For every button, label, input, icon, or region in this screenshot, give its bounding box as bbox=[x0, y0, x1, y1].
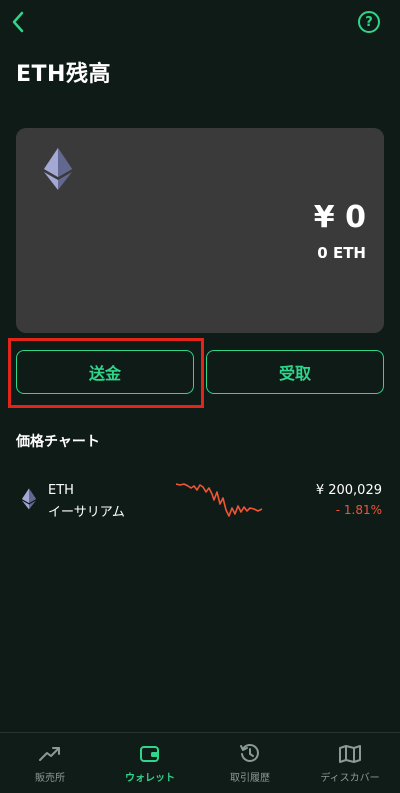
history-icon bbox=[240, 744, 259, 762]
section-title: 価格チャート bbox=[16, 434, 100, 450]
nav-item-wallet[interactable]: ウォレット bbox=[100, 733, 200, 793]
send-button[interactable]: 送金 bbox=[16, 350, 194, 394]
price-change: - 1.81% bbox=[335, 503, 382, 517]
coin-symbol: ETH bbox=[48, 483, 74, 498]
nav-item-discover[interactable]: ディスカバー bbox=[300, 733, 400, 793]
ethereum-icon bbox=[44, 148, 72, 190]
receive-button-label: 受取 bbox=[278, 364, 311, 383]
map-icon bbox=[339, 745, 361, 763]
fiat-balance: ¥ 0 bbox=[313, 200, 366, 235]
price-sparkline bbox=[176, 483, 263, 517]
help-button[interactable]: ? bbox=[358, 11, 380, 33]
nav-item-history[interactable]: 取引履歴 bbox=[200, 733, 300, 793]
bottom-nav: 販売所 ウォレット 取引履歴 ディスカバー bbox=[0, 732, 400, 793]
trend-up-icon bbox=[39, 747, 60, 761]
wallet-icon bbox=[140, 746, 159, 762]
price-value: ¥ 200,029 bbox=[315, 483, 382, 498]
receive-button[interactable]: 受取 bbox=[206, 350, 384, 394]
crypto-balance: 0 ETH bbox=[317, 244, 366, 262]
nav-label: 取引履歴 bbox=[230, 773, 270, 784]
page-title: ETH残高 bbox=[16, 62, 111, 87]
chevron-left-icon bbox=[12, 11, 24, 33]
balance-card: ¥ 0 0 ETH bbox=[16, 128, 384, 333]
send-button-label: 送金 bbox=[88, 364, 121, 383]
price-row[interactable]: ETH イーサリアム ¥ 200,029 - 1.81% bbox=[0, 470, 400, 530]
nav-label: 販売所 bbox=[35, 773, 65, 784]
question-icon: ? bbox=[365, 14, 373, 30]
ethereum-icon bbox=[22, 488, 36, 510]
coin-name: イーサリアム bbox=[48, 505, 125, 520]
nav-item-sales[interactable]: 販売所 bbox=[0, 733, 100, 793]
nav-label: ウォレット bbox=[125, 773, 175, 784]
back-button[interactable] bbox=[6, 8, 30, 36]
nav-label: ディスカバー bbox=[320, 773, 380, 784]
top-bar: ? bbox=[0, 0, 400, 44]
